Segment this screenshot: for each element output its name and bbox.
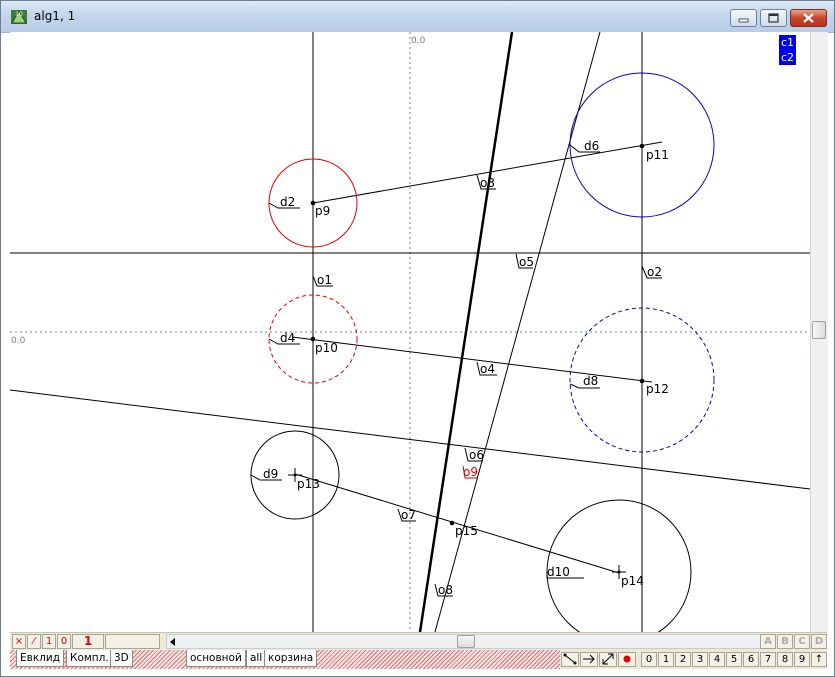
label-o2: o2 [647,265,662,279]
minimize-icon [738,18,749,23]
number-button-3[interactable]: 3 [692,652,708,667]
point-markers [288,143,645,579]
horizontal-scrollbar[interactable] [166,634,772,649]
scroll-left-icon[interactable] [169,638,177,646]
label-d8: d8 [583,374,598,388]
number-button-2[interactable]: 2 [675,652,691,667]
label-d2: d2 [280,195,295,209]
label-p14: p14 [621,574,644,588]
y-origin-label: 0.0 [11,336,26,346]
tab-osnovnoy[interactable]: основной [186,650,246,667]
segment-tool-icon [563,653,577,665]
number-button-9[interactable]: 9 [794,652,810,667]
vertical-scrollbar[interactable] [810,32,828,632]
tab-kompl[interactable]: Компл. [66,650,113,667]
vector-tool-icon [602,653,614,665]
label-o1: o1 [317,273,332,287]
label-o6: o6 [469,448,484,462]
up-arrow-button[interactable]: ↑ [811,652,827,667]
segment-tool-button[interactable] [561,652,579,667]
svg-text:10: 10 [15,11,23,18]
toggle-zero-button[interactable]: 0 [57,634,71,649]
label-o8: o8 [438,583,453,597]
tab-korzina[interactable]: корзина [264,650,318,667]
letter-a-button[interactable]: A [760,634,776,649]
tab-3d[interactable]: 3D [110,650,133,667]
layers-panel[interactable]: c1 c2 [779,35,797,65]
arrow-tool-icon [583,654,595,664]
layer-c2[interactable]: c2 [781,50,794,65]
bottom-toolbar-lower: Евклид Компл. 3D основной all корзина 0 … [10,650,827,669]
close-button[interactable] [790,9,827,27]
point-p12[interactable] [639,378,645,384]
line-o6[interactable] [10,389,810,490]
label-o5: o5 [519,255,534,269]
vector-tool-button[interactable] [599,652,617,667]
point-tool-button[interactable] [618,652,636,667]
tab-evklid[interactable]: Евклид [16,650,64,667]
number-button-7[interactable]: 7 [760,652,776,667]
layer-c1[interactable]: c1 [781,35,794,50]
label-o3: o3 [480,176,495,190]
line-thick[interactable] [418,32,514,632]
label-p9: p9 [315,204,330,218]
label-d6: d6 [584,139,599,153]
point-tool-icon [623,655,631,663]
label-o7: o7 [401,508,416,522]
letter-b-button[interactable]: B [777,634,793,649]
app-logo-icon: 10 [11,10,27,24]
close-icon [803,13,814,23]
label-d4: d4 [280,331,295,345]
label-o9: o9 [463,465,478,479]
value-one-indicator[interactable]: 1 [72,634,104,649]
label-p10: p10 [315,341,338,355]
letter-c-button[interactable]: C [794,634,810,649]
title-bar[interactable]: 10 alg1, 1 [1,1,834,33]
point-p15[interactable] [449,520,455,526]
label-d10: d10 [547,565,570,579]
point-p11[interactable] [639,143,645,149]
number-button-1[interactable]: 1 [658,652,674,667]
x-origin-label: 0.0 [411,36,426,46]
letter-d-button[interactable]: D [811,634,827,649]
label-o4: o4 [480,362,495,376]
label-p13: p13 [297,477,320,491]
horizontal-scroll-thumb[interactable] [457,635,475,648]
blank-field [105,634,160,649]
maximize-button[interactable] [760,9,787,27]
toggle-one-button[interactable]: 1 [42,634,56,649]
maximize-icon [768,13,779,23]
drawing-canvas[interactable]: 0.0 0.0 d2 d4 d6 d8 d9 d10 o1 o2 o3 o4 o… [10,32,810,632]
vertical-scroll-thumb[interactable] [812,321,826,339]
bottom-toolbar-upper: × ⁄ 1 0 1 A B C D [10,632,827,651]
arrow-tool-button[interactable] [580,652,598,667]
number-button-4[interactable]: 4 [709,652,725,667]
geometry-drawing[interactable]: 0.0 0.0 d2 d4 d6 d8 d9 d10 o1 o2 o3 o4 o… [10,32,810,632]
number-button-8[interactable]: 8 [777,652,793,667]
label-p11: p11 [646,148,669,162]
number-button-6[interactable]: 6 [743,652,759,667]
delete-button[interactable]: × [12,634,26,649]
minimize-button[interactable] [730,9,757,27]
label-d9: d9 [263,467,278,481]
number-button-0[interactable]: 0 [641,652,657,667]
label-p12: p12 [646,382,669,396]
app-window: 10 alg1, 1 0.0 0.0 d2 d4 d6 d8 d9 d10 o1… [0,0,835,677]
number-button-5[interactable]: 5 [726,652,742,667]
window-title: alg1, 1 [34,9,76,23]
label-p15: p15 [455,524,478,538]
line-style-button[interactable]: ⁄ [27,634,41,649]
